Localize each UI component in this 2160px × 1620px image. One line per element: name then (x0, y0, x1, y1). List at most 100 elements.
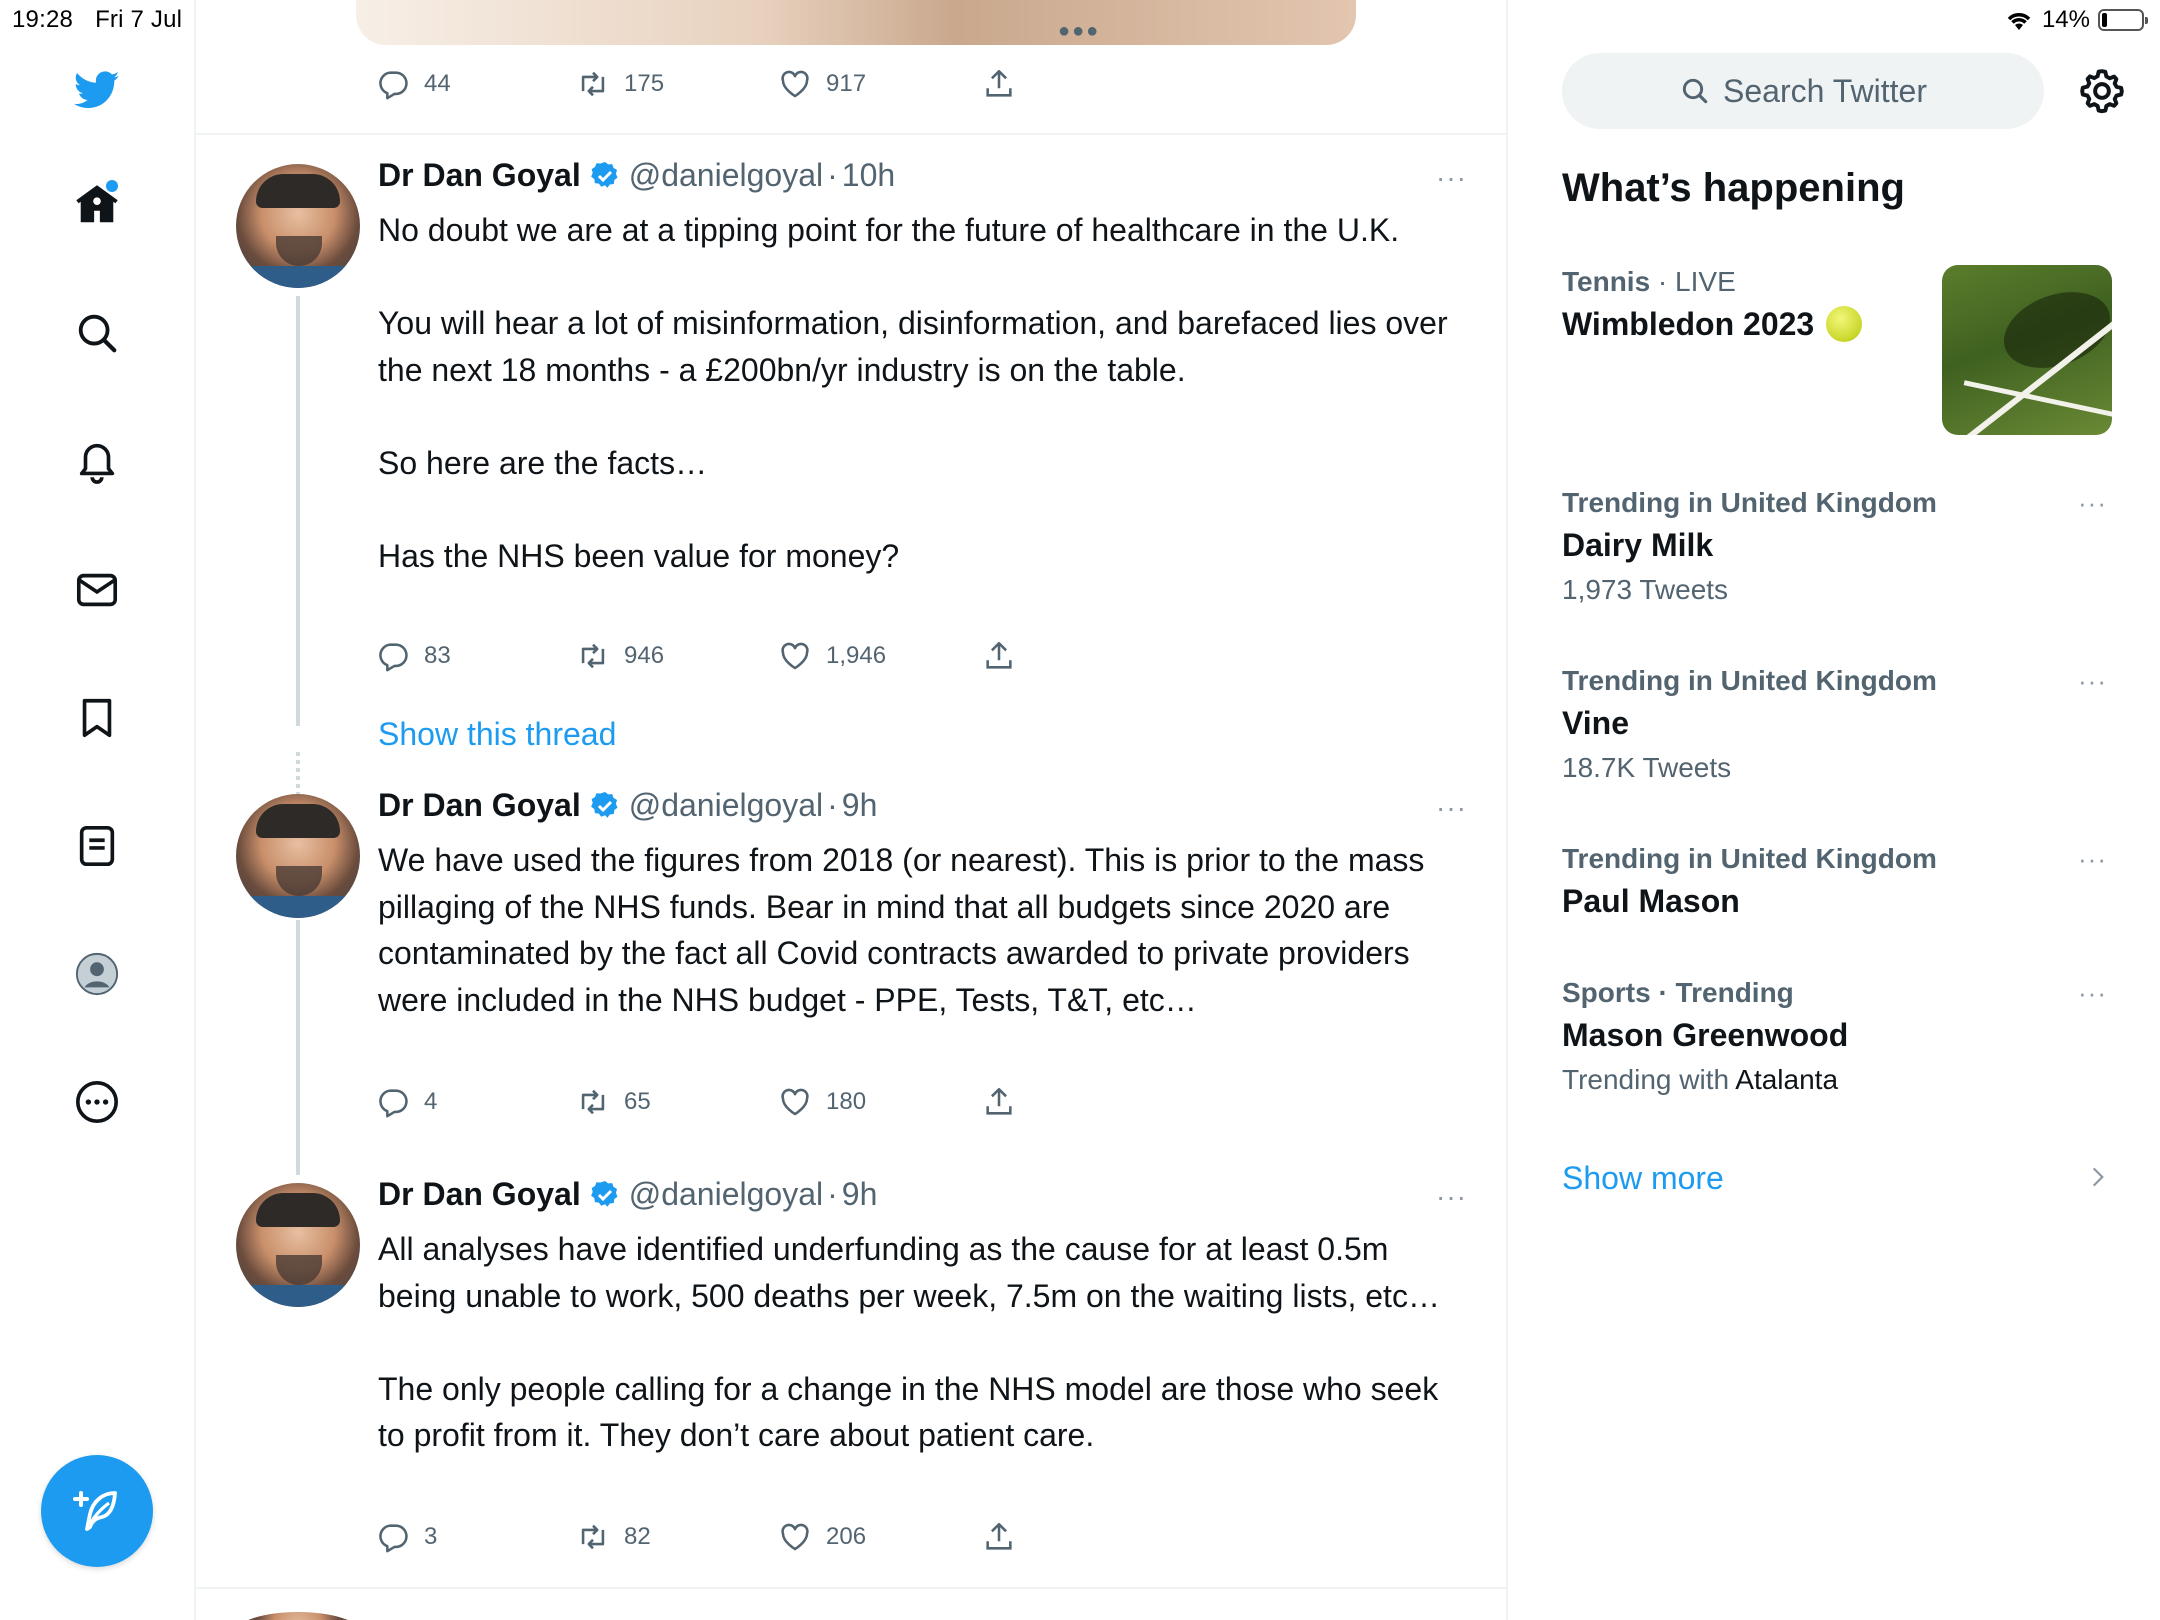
retweet-button[interactable]: 946 (576, 639, 778, 673)
verified-badge-icon (590, 161, 618, 188)
chevron-right-icon[interactable] (2085, 1164, 2111, 1190)
trend-more-icon[interactable]: ··· (2078, 666, 2107, 697)
avatar[interactable] (236, 1183, 360, 1307)
bookmark-icon (82, 698, 112, 738)
author-handle[interactable]: @danielgoyal (629, 1176, 823, 1213)
previous-tweet-media[interactable] (356, 0, 1356, 45)
heart-icon (781, 1523, 809, 1551)
author-name[interactable]: Dr Dan Goyal (378, 157, 581, 194)
heart-icon (781, 642, 809, 670)
tweet-more-icon[interactable]: ··· (1436, 1181, 1467, 1213)
trending-with-term[interactable]: Atalanta (1735, 1064, 1838, 1095)
share-button[interactable] (982, 1520, 1016, 1554)
retweet-icon (581, 71, 605, 97)
author-handle[interactable]: @danielgoyal (629, 157, 823, 194)
reply-button[interactable]: 44 (376, 67, 576, 101)
like-button[interactable]: 917 (778, 67, 982, 101)
compose-button[interactable] (41, 1455, 153, 1567)
wimbledon-image[interactable] (1942, 265, 2112, 435)
separator: · (827, 787, 838, 823)
reply-icon (379, 643, 408, 672)
verified-badge-icon (590, 1180, 618, 1207)
tweet-more-icon[interactable]: ··· (1436, 792, 1467, 824)
share-icon (986, 1522, 1012, 1550)
author-handle[interactable]: @danielgoyal (629, 787, 823, 824)
nav-bookmarks[interactable] (62, 683, 132, 753)
avatar[interactable] (236, 794, 360, 918)
trend-more-icon[interactable]: ··· (2078, 978, 2107, 1009)
like-count: 917 (826, 70, 867, 97)
trend-more-icon[interactable]: ··· (2078, 488, 2107, 519)
nav-messages[interactable] (62, 555, 132, 625)
trend-title: Vine (1562, 705, 1629, 741)
thread-connector (296, 296, 300, 726)
tweet-divider (196, 133, 1506, 135)
trend-item[interactable]: Trending in United Kingdom Paul Mason (1562, 843, 2122, 920)
share-button[interactable] (982, 67, 1016, 101)
nav-home[interactable] (62, 170, 132, 240)
reply-count: 83 (424, 642, 451, 669)
reply-count: 3 (424, 1523, 438, 1550)
timeline: ●●● 44 175 917 Dr Dan Goyal @danielgoyal… (194, 0, 1508, 1620)
search-icon (1682, 78, 1708, 104)
reply-count: 44 (424, 70, 451, 97)
show-thread-link[interactable]: Show this thread (378, 716, 616, 753)
author-name[interactable]: Dr Dan Goyal (378, 1176, 581, 1213)
nav-search[interactable] (62, 298, 132, 368)
avatar[interactable] (236, 164, 360, 288)
trend-item[interactable]: Sports · Trending Mason Greenwood Trendi… (1562, 977, 2122, 1096)
search-input[interactable]: Search Twitter (1562, 53, 2044, 129)
retweet-icon (581, 643, 605, 669)
mail-icon (76, 573, 118, 607)
right-sidebar: Search Twitter What’s happening Tennis ·… (1510, 0, 2160, 1620)
trending-with-label: Trending with (1562, 1064, 1736, 1095)
trend-title: Dairy Milk (1562, 527, 1714, 563)
twitter-logo[interactable] (62, 55, 132, 125)
like-button[interactable]: 206 (778, 1520, 982, 1554)
retweet-count: 65 (624, 1088, 651, 1115)
tweet-time[interactable]: 9h (842, 1176, 878, 1213)
profile-icon (75, 952, 119, 996)
compose-icon (73, 1491, 117, 1531)
trend-live: · LIVE (1650, 266, 1736, 297)
next-tweet-avatar[interactable] (236, 1612, 360, 1620)
share-button[interactable] (982, 639, 1016, 673)
trend-item[interactable]: Trending in United Kingdom Dairy Milk 1,… (1562, 487, 2122, 606)
tweet-paragraph: The only people calling for a change in … (378, 1370, 1439, 1454)
more-icon (76, 1081, 118, 1123)
reply-button[interactable]: 4 (376, 1085, 576, 1119)
thread-connector (296, 920, 300, 1175)
show-more-link[interactable]: Show more (1562, 1160, 1724, 1197)
settings-gear-icon[interactable] (2077, 66, 2127, 116)
window-grabber-dots[interactable]: ●●● (1058, 20, 1100, 43)
retweet-button[interactable]: 175 (576, 67, 778, 101)
nav-profile[interactable] (62, 939, 132, 1009)
retweet-button[interactable]: 65 (576, 1085, 778, 1119)
twitter-bird-icon (74, 71, 120, 109)
share-button[interactable] (982, 1085, 1016, 1119)
trend-item[interactable]: Trending in United Kingdom Vine 18.7K Tw… (1562, 665, 2122, 784)
separator: · (827, 157, 838, 193)
retweet-button[interactable]: 82 (576, 1520, 778, 1554)
tweet-time[interactable]: 10h (842, 157, 895, 194)
trend-meta: Trending with Atalanta (1562, 1064, 2122, 1096)
tweet-paragraph: No doubt we are at a tipping point for t… (378, 212, 1400, 248)
tweet-time[interactable]: 9h (842, 787, 878, 824)
tweet-actions: 4 65 180 (376, 1085, 1016, 1119)
nav-notifications[interactable] (62, 426, 132, 496)
verified-badge-icon (590, 791, 618, 818)
reply-button[interactable]: 3 (376, 1520, 576, 1554)
trend-title-text: Wimbledon 2023 (1562, 306, 1815, 342)
trend-tweet-count: 18.7K Tweets (1562, 752, 1732, 783)
like-button[interactable]: 1,946 (778, 639, 982, 673)
reply-button[interactable]: 83 (376, 639, 576, 673)
tweet-more-icon[interactable]: ··· (1436, 162, 1467, 194)
nav-more[interactable] (62, 1067, 132, 1137)
like-button[interactable]: 180 (778, 1085, 982, 1119)
tweet-paragraph: Has the NHS been value for money? (378, 537, 900, 574)
author-name[interactable]: Dr Dan Goyal (378, 787, 581, 824)
search-placeholder: Search Twitter (1723, 72, 1927, 109)
nav-lists[interactable] (62, 811, 132, 881)
trend-more-icon[interactable]: ··· (2078, 844, 2107, 875)
bell-icon (79, 443, 115, 484)
